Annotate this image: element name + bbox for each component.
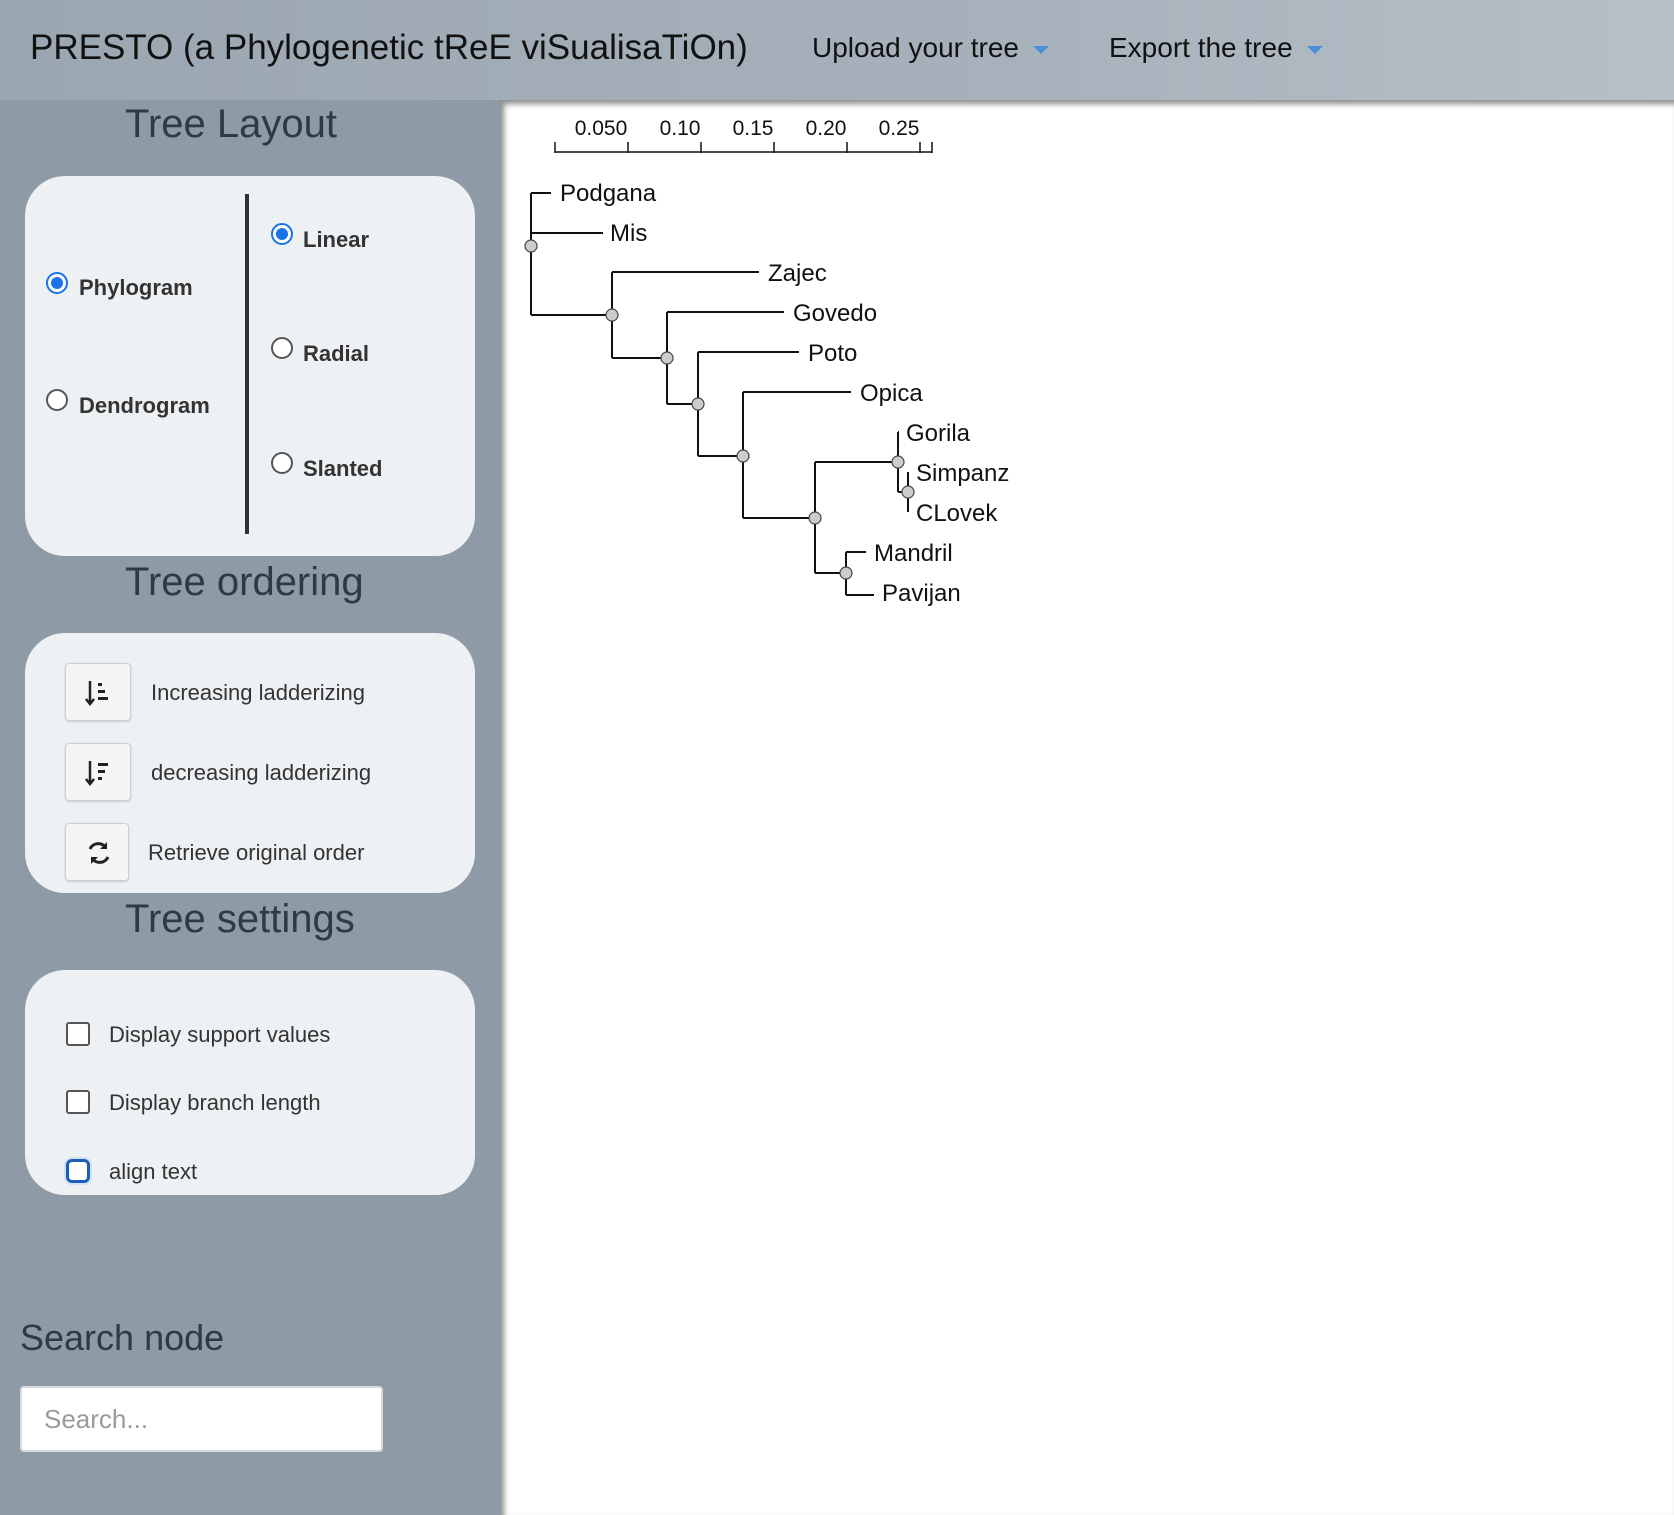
- tree-nodes: [524, 239, 915, 580]
- align-text-checkbox[interactable]: [66, 1159, 90, 1183]
- slanted-label: Slanted: [303, 456, 383, 481]
- app-title: PRESTO (a Phylogenetic tReE viSualisaTiO…: [30, 28, 748, 67]
- tree-settings-panel: Display support values Display branch le…: [25, 970, 475, 1195]
- linear-label: Linear: [303, 227, 370, 252]
- display-branch-length-label: Display branch length: [109, 1090, 321, 1115]
- radial-label: Radial: [303, 341, 370, 366]
- leaf-label[interactable]: Zajec: [768, 260, 827, 287]
- leaf-label[interactable]: Mandril: [874, 540, 953, 567]
- export-tree-label: Export the tree: [1109, 32, 1293, 63]
- leaf-label[interactable]: Govedo: [793, 300, 877, 327]
- tree-node[interactable]: [691, 397, 705, 411]
- sidebar: Tree Layout Phylogram Dendrogram Linear …: [0, 100, 500, 1515]
- tree-node[interactable]: [736, 449, 750, 463]
- increasing-ladderize-label: Increasing ladderizing: [151, 680, 366, 705]
- retrieve-original-order-button[interactable]: [65, 823, 129, 881]
- tree-settings-title: Tree settings: [125, 897, 355, 941]
- tree-node[interactable]: [839, 566, 853, 580]
- export-tree-menu[interactable]: Export the tree: [1109, 32, 1323, 64]
- tree-node[interactable]: [660, 351, 674, 365]
- leaf-label[interactable]: Simpanz: [916, 460, 1009, 487]
- tree-node[interactable]: [808, 511, 822, 525]
- upload-tree-label: Upload your tree: [812, 32, 1020, 63]
- slanted-radio[interactable]: [271, 452, 293, 474]
- dendrogram-label: Dendrogram: [79, 393, 210, 418]
- linear-radio[interactable]: [271, 223, 293, 245]
- decreasing-ladderize-button[interactable]: [65, 743, 131, 801]
- chevron-down-icon: [1306, 45, 1323, 54]
- leaf-label[interactable]: Podgana: [560, 180, 657, 207]
- phylogram-radio[interactable]: [46, 272, 68, 294]
- scale-tick-label: 0.15: [733, 117, 774, 140]
- tree-node[interactable]: [605, 308, 619, 322]
- search-node-title: Search node: [20, 1317, 225, 1358]
- tree-ordering-title: Tree ordering: [125, 560, 364, 604]
- leaf-label[interactable]: Pavijan: [882, 580, 961, 607]
- refresh-icon: [88, 842, 110, 864]
- leaf-label[interactable]: CLovek: [916, 500, 998, 527]
- leaf-label[interactable]: Opica: [860, 380, 923, 407]
- chevron-down-icon: [1033, 45, 1050, 54]
- tree-layout-panel: Phylogram Dendrogram Linear Radial Slant…: [25, 176, 475, 556]
- tree-node[interactable]: [901, 485, 915, 499]
- top-navbar: PRESTO (a Phylogenetic tReE viSualisaTiO…: [0, 0, 1674, 100]
- scale-tick-label: 0.20: [806, 117, 847, 140]
- scale-tick-label: 0.050: [575, 117, 628, 140]
- tree-branches: [530, 192, 909, 596]
- sort-ascending-icon: [85, 681, 108, 707]
- retrieve-original-order-label: Retrieve original order: [148, 840, 365, 865]
- phylogenetic-tree: 0.050 0.10 0.15 0.20 0.25 Podgana Mis Za…: [524, 117, 1009, 607]
- layout-divider: [245, 194, 249, 534]
- radial-radio[interactable]: [271, 337, 293, 359]
- display-support-values-checkbox[interactable]: [66, 1022, 90, 1046]
- search-input[interactable]: [20, 1386, 383, 1452]
- increasing-ladderize-button[interactable]: [65, 663, 131, 721]
- leaf-labels: Podgana Mis Zajec Govedo Poto Opica Gori…: [560, 180, 1009, 607]
- tree-ordering-panel: Increasing ladderizing decreasing ladder…: [25, 633, 475, 893]
- display-support-values-label: Display support values: [109, 1022, 331, 1047]
- align-text-label: align text: [109, 1159, 198, 1184]
- phylogram-label: Phylogram: [79, 275, 193, 300]
- scale-bar: 0.050 0.10 0.15 0.20 0.25: [554, 117, 933, 153]
- leaf-label[interactable]: Poto: [808, 340, 857, 367]
- dendrogram-radio[interactable]: [46, 389, 68, 411]
- leaf-label[interactable]: Gorila: [906, 420, 971, 447]
- tree-canvas: 0.050 0.10 0.15 0.20 0.25 Podgana Mis Za…: [500, 100, 1674, 1515]
- scale-tick-label: 0.25: [879, 117, 920, 140]
- upload-tree-menu[interactable]: Upload your tree: [812, 32, 1050, 64]
- leaf-label[interactable]: Mis: [610, 220, 647, 247]
- sort-descending-icon: [85, 761, 108, 787]
- decreasing-ladderize-label: decreasing ladderizing: [151, 760, 372, 785]
- tree-node[interactable]: [524, 239, 538, 253]
- scale-tick-label: 0.10: [660, 117, 701, 140]
- tree-layout-title: Tree Layout: [125, 102, 337, 146]
- tree-node[interactable]: [891, 455, 905, 469]
- display-branch-length-checkbox[interactable]: [66, 1090, 90, 1114]
